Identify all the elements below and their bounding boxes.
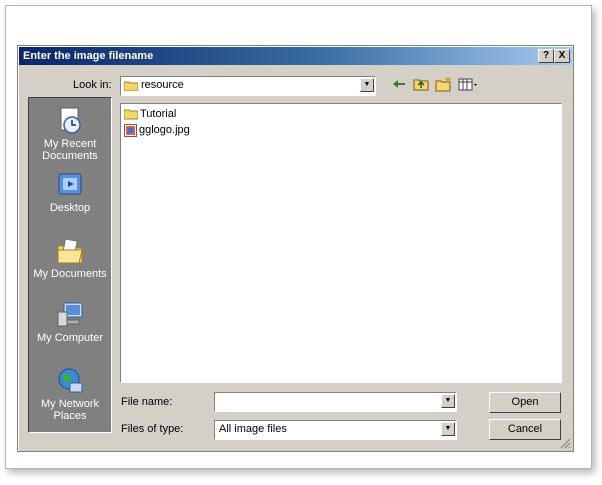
file-type-label: Files of type: (121, 423, 184, 435)
new-folder-icon[interactable] (435, 76, 452, 92)
chevron-down-icon[interactable]: ▼ (360, 78, 374, 92)
help-button[interactable]: ? (538, 49, 554, 63)
list-item[interactable]: Tutorial (124, 106, 176, 122)
my-computer-icon (57, 302, 83, 327)
look-in-value: resource (141, 79, 184, 91)
chevron-down-icon[interactable]: ▼ (441, 394, 455, 408)
resize-grip-icon[interactable] (560, 438, 571, 449)
close-button[interactable]: X (554, 49, 570, 63)
file-type-value: All image files (219, 423, 287, 435)
views-menu-icon[interactable] (458, 76, 480, 92)
desktop-icon (58, 173, 82, 195)
image-file-icon (124, 123, 137, 137)
place-desktop[interactable]: Desktop (29, 170, 111, 214)
back-arrow-icon[interactable] (392, 76, 406, 92)
place-label: My Network Places (40, 398, 100, 422)
up-folder-icon[interactable] (413, 76, 429, 92)
look-in-label: Look in: (73, 79, 112, 91)
file-name-label: File name: (121, 396, 173, 408)
cancel-button[interactable]: Cancel (489, 419, 561, 440)
my-documents-icon (57, 238, 83, 264)
place-my-computer[interactable]: My Computer (29, 300, 111, 344)
look-in-dropdown[interactable]: resource ▼ (120, 76, 376, 96)
open-button[interactable]: Open (489, 392, 561, 413)
title-bar[interactable]: Enter the image filename ? X (19, 47, 572, 65)
place-label: My Computer (36, 332, 104, 344)
network-places-icon (58, 368, 83, 393)
recent-documents-icon (60, 107, 81, 134)
dialog-title: Enter the image filename (23, 50, 154, 62)
file-name: gglogo.jpg (139, 124, 190, 136)
folder-icon (124, 109, 138, 120)
place-recent-documents[interactable]: My Recent Documents (29, 106, 111, 162)
place-my-documents[interactable]: My Documents (29, 236, 111, 280)
places-bar: My Recent Documents Desktop My Documents (28, 97, 112, 433)
file-type-dropdown[interactable]: All image files ▼ (214, 420, 457, 440)
open-file-dialog: Enter the image filename ? X Look in: re… (17, 45, 574, 452)
folder-icon (124, 81, 138, 91)
place-label: Desktop (49, 202, 91, 214)
file-name-input[interactable]: ▼ (214, 392, 457, 412)
place-label: My Recent Documents (42, 138, 98, 162)
list-item[interactable]: gglogo.jpg (124, 122, 190, 138)
file-list[interactable]: Tutorial gglogo.jpg (120, 103, 562, 383)
place-label: My Documents (33, 268, 107, 280)
file-name: Tutorial (140, 108, 177, 120)
place-network-places[interactable]: My Network Places (29, 366, 111, 422)
chevron-down-icon[interactable]: ▼ (441, 422, 455, 436)
